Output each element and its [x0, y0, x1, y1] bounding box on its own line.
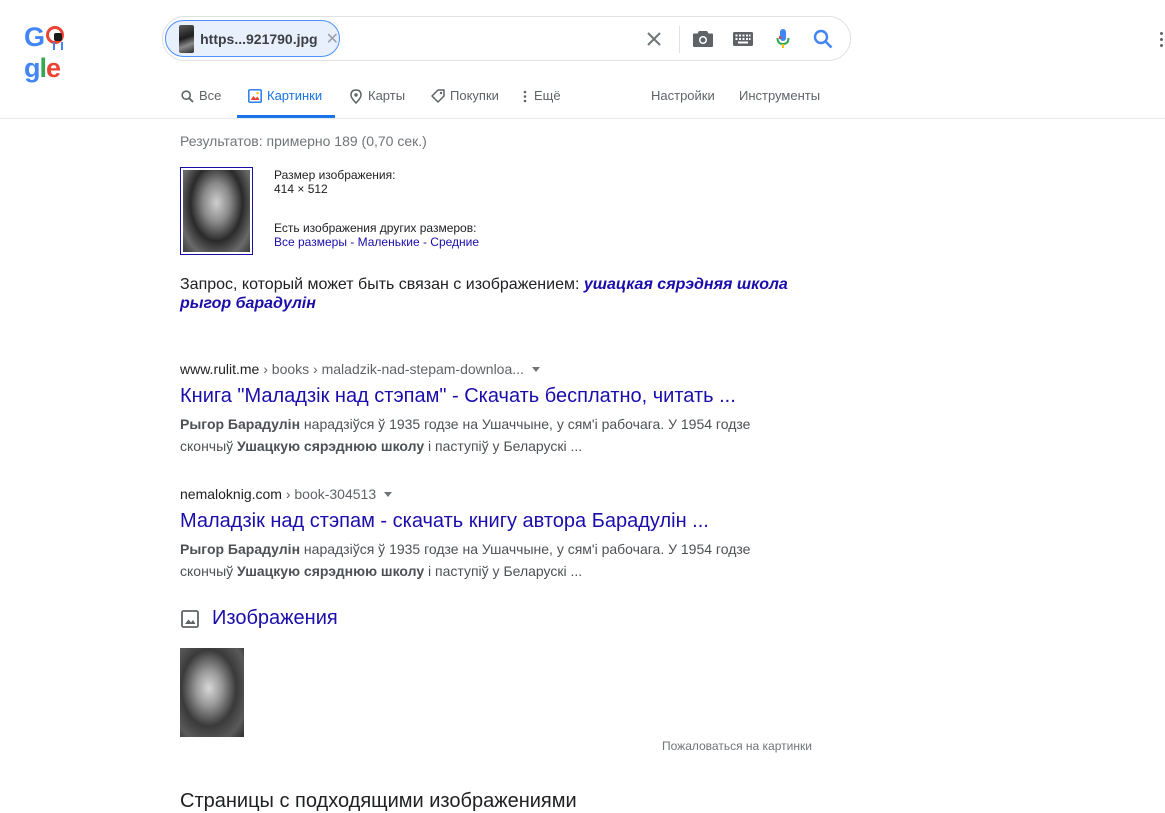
- search-icon[interactable]: [810, 26, 836, 52]
- all-sizes-link[interactable]: Все размеры: [274, 235, 347, 249]
- link-separator: -: [419, 235, 431, 249]
- image-result-thumbnail[interactable]: [180, 648, 244, 737]
- more-vert-icon: [521, 88, 529, 104]
- result-snippet: Рыгор Барадулін нарадзіўся ў 1935 годзе …: [180, 538, 780, 582]
- search-result: nemaloknig.com › book-304513 Маладзік на…: [180, 486, 780, 582]
- search-box[interactable]: https...921790.jpg ✕: [162, 16, 851, 61]
- mic-icon[interactable]: [770, 26, 796, 52]
- images-section-title[interactable]: Изображения: [212, 607, 338, 630]
- search-box-divider: [679, 26, 680, 53]
- result-snippet: Рыгор Барадулін нарадзіўся ў 1935 годзе …: [180, 413, 780, 457]
- result-path: › book-304513: [281, 486, 377, 502]
- link-separator: -: [346, 235, 358, 249]
- snippet-text: і паступіў у Беларускі ...: [424, 438, 583, 454]
- other-sizes-label: Есть изображения других размеров:: [274, 221, 477, 235]
- tab-images[interactable]: Картинки: [237, 84, 335, 118]
- result-cite: nemaloknig.com › book-304513: [180, 486, 780, 502]
- doodle-icon: [44, 24, 70, 50]
- medium-sizes-link[interactable]: Средние: [430, 235, 479, 249]
- result-domain: nemaloknig.com: [180, 486, 282, 502]
- header-divider: [0, 118, 1165, 119]
- tab-label: Ещё: [534, 88, 561, 103]
- tab-settings[interactable]: Настройки: [651, 84, 715, 118]
- tab-label: Карты: [368, 88, 406, 103]
- camera-icon[interactable]: [690, 26, 716, 52]
- result-domain: www.rulit.me: [180, 361, 260, 377]
- result-cite: www.rulit.me › books › maladzik-nad-step…: [180, 361, 780, 377]
- more-vert-icon[interactable]: [1160, 32, 1165, 48]
- snippet-bold: Ушацкую сярэднюю школу: [237, 438, 425, 454]
- map-pin-icon: [349, 88, 363, 104]
- result-stats: Результатов: примерно 189 (0,70 сек.): [180, 133, 427, 149]
- image-info: Размер изображения: 414 × 512 Есть изобр…: [274, 168, 479, 249]
- caret-down-icon[interactable]: [384, 492, 393, 497]
- snippet-bold: Рыгор Барадулін: [180, 541, 301, 557]
- tab-more[interactable]: Ещё: [521, 84, 561, 118]
- tab-label: Покупки: [450, 88, 499, 103]
- tab-maps[interactable]: Карты: [349, 84, 405, 118]
- keyboard-icon[interactable]: [730, 26, 756, 52]
- query-chip-label: https...921790.jpg: [200, 30, 318, 47]
- image-size-value: 414 × 512: [274, 182, 328, 196]
- tab-label: Инструменты: [739, 88, 821, 103]
- snippet-text: і паступіў у Беларускі ...: [424, 563, 583, 579]
- best-guess: Запрос, который может быть связан с изоб…: [180, 275, 820, 313]
- snippet-bold: Рыгор Барадулін: [180, 416, 301, 432]
- caret-down-icon[interactable]: [531, 367, 540, 372]
- tab-tools[interactable]: Инструменты: [739, 84, 820, 118]
- size-links: Все размеры - Маленькие - Средние: [274, 235, 479, 249]
- result-title-link[interactable]: Маладзік над стэпам - скачать книгу авто…: [180, 508, 780, 534]
- query-image-thumbnail[interactable]: [180, 167, 253, 255]
- tab-label: Картинки: [267, 88, 323, 103]
- tab-label: Все: [199, 88, 222, 103]
- chip-close-icon[interactable]: ✕: [326, 29, 339, 49]
- result-path: › books › maladzik-nad-stepam-downloa...: [259, 361, 524, 377]
- image-icon: [180, 609, 200, 629]
- query-chip-thumbnail: [179, 24, 195, 53]
- tag-icon: [431, 88, 445, 104]
- search-result: www.rulit.me › books › maladzik-nad-step…: [180, 361, 780, 457]
- search-icon: [180, 88, 194, 104]
- pages-with-matching-images-heading: Страницы с подходящими изображениями: [180, 790, 577, 812]
- image-icon: [248, 88, 262, 104]
- snippet-bold: Ушацкую сярэднюю школу: [237, 563, 425, 579]
- clear-icon[interactable]: [641, 26, 667, 52]
- tab-label: Настройки: [651, 88, 715, 103]
- image-query-chip[interactable]: https...921790.jpg ✕: [165, 20, 340, 57]
- tab-shopping[interactable]: Покупки: [431, 84, 499, 118]
- report-images-link[interactable]: Пожаловаться на картинки: [662, 739, 812, 753]
- tab-all[interactable]: Все: [180, 84, 221, 118]
- images-section-header: Изображения: [180, 607, 338, 630]
- result-title-link[interactable]: Книга "Маладзік над стэпам" - Скачать бе…: [180, 383, 780, 409]
- image-size-label: Размер изображения:: [274, 168, 396, 182]
- google-logo[interactable]: Ggle: [24, 22, 104, 83]
- best-guess-prefix: Запрос, который может быть связан с изоб…: [180, 276, 584, 293]
- small-sizes-link[interactable]: Маленькие: [358, 235, 420, 249]
